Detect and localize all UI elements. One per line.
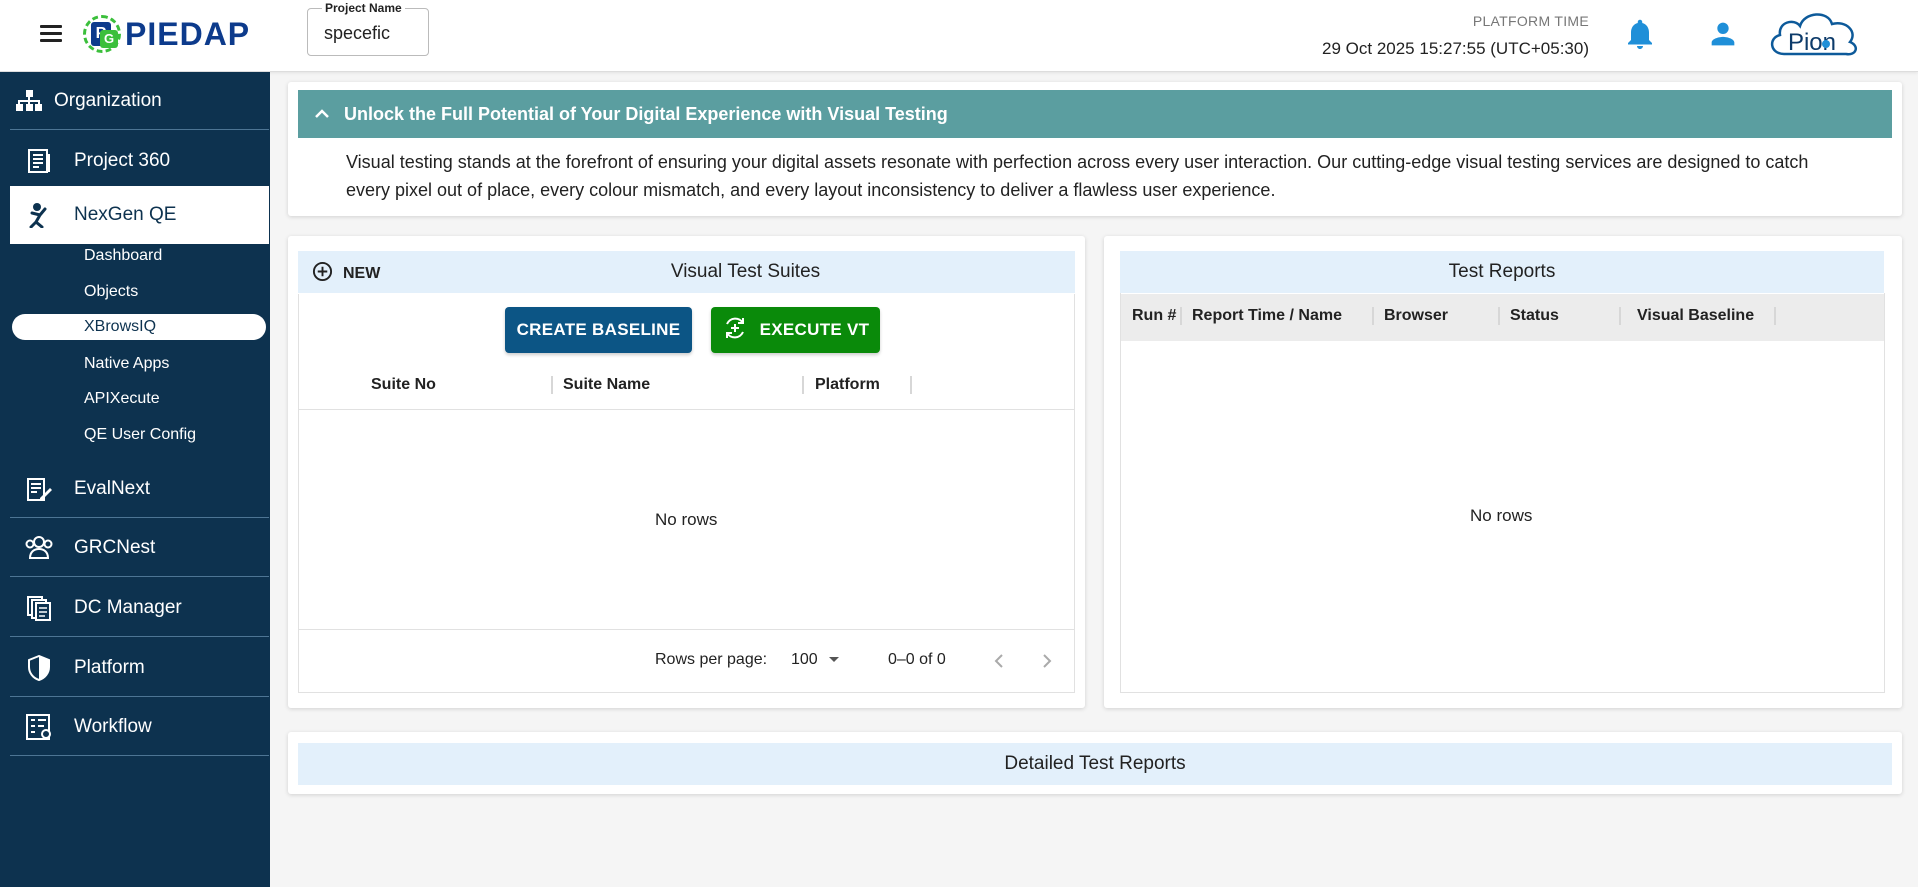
rows-per-page-label: Rows per page: bbox=[655, 651, 768, 668]
clipboard-edit-icon bbox=[24, 474, 54, 504]
logo-text: PIEDAP bbox=[125, 15, 251, 52]
document-icon bbox=[24, 146, 54, 176]
column-separator[interactable] bbox=[1498, 307, 1500, 325]
sidebar-item-project-360[interactable]: Project 360 bbox=[10, 130, 269, 192]
hierarchy-icon bbox=[14, 86, 44, 116]
grid-header-divider bbox=[298, 409, 1075, 410]
create-baseline-button[interactable]: CREATE BASELINE bbox=[505, 307, 692, 353]
banner-title: Unlock the Full Potential of Your Digita… bbox=[344, 103, 948, 124]
platform-time-label: PLATFORM TIME bbox=[1472, 13, 1589, 29]
execute-vt-button[interactable]: EXECUTE VT bbox=[711, 307, 880, 353]
column-header-platform[interactable]: Platform bbox=[815, 376, 880, 394]
sidebar-item-platform[interactable]: Platform bbox=[10, 639, 269, 697]
column-separator[interactable] bbox=[1180, 307, 1182, 325]
sub-item-apixecute[interactable]: APIXecute bbox=[84, 385, 160, 413]
suites-empty-state: No rows bbox=[655, 510, 718, 529]
user-icon[interactable] bbox=[1706, 16, 1740, 52]
suites-header: Visual Test Suites bbox=[298, 251, 1075, 293]
bell-icon[interactable] bbox=[1622, 16, 1658, 52]
sub-item-qe-user-config[interactable]: QE User Config bbox=[84, 421, 196, 449]
sidebar-item-workflow[interactable]: Workflow bbox=[10, 698, 269, 756]
chevron-up-icon[interactable] bbox=[312, 104, 332, 124]
column-header-run[interactable]: Run # bbox=[1132, 307, 1176, 325]
menu-icon[interactable] bbox=[40, 22, 64, 42]
sidebar-item-dc-manager[interactable]: DC Manager bbox=[10, 579, 269, 637]
detailed-reports-title: Detailed Test Reports bbox=[1004, 753, 1186, 774]
sidebar: Organization Project 360 NexGen QE Dashb… bbox=[0, 72, 270, 887]
column-separator[interactable] bbox=[910, 376, 912, 394]
sidebar-item-label: EvalNext bbox=[74, 477, 151, 499]
column-header-report-time[interactable]: Report Time / Name bbox=[1192, 307, 1342, 325]
refresh-add-icon bbox=[722, 315, 748, 346]
add-circle-icon bbox=[312, 261, 333, 287]
sidebar-item-label: Project 360 bbox=[74, 149, 171, 171]
sidebar-item-label: Platform bbox=[74, 656, 145, 678]
reports-grid bbox=[1120, 293, 1885, 693]
execute-vt-label: EXECUTE VT bbox=[759, 320, 870, 339]
sub-item-dashboard[interactable]: Dashboard bbox=[84, 242, 162, 270]
project-name-value: specefic bbox=[324, 23, 391, 43]
sidebar-item-grcnest[interactable]: GRCNest bbox=[10, 519, 269, 577]
column-header-suite-no[interactable]: Suite No bbox=[371, 376, 436, 394]
column-separator[interactable] bbox=[1372, 307, 1374, 325]
next-page-icon[interactable] bbox=[1037, 651, 1057, 671]
column-separator[interactable] bbox=[1619, 307, 1621, 325]
column-header-status[interactable]: Status bbox=[1510, 307, 1559, 325]
sub-item-objects[interactable]: Objects bbox=[84, 278, 138, 306]
project-name-label: Project Name bbox=[322, 1, 405, 15]
rows-per-page-select[interactable]: 100 bbox=[791, 651, 840, 669]
workflow-icon bbox=[24, 712, 54, 742]
banner-description: Visual testing stands at the forefront o… bbox=[346, 152, 1809, 200]
column-header-suite-name[interactable]: Suite Name bbox=[563, 376, 650, 394]
dropdown-arrow-icon bbox=[828, 651, 840, 669]
suites-title: Visual Test Suites bbox=[670, 261, 821, 282]
app-logo[interactable]: PG PIEDAP bbox=[83, 14, 250, 54]
group-icon bbox=[24, 533, 54, 563]
sidebar-item-label: NexGen QE bbox=[74, 204, 177, 225]
new-suite-label: NEW bbox=[343, 265, 381, 282]
column-separator[interactable] bbox=[551, 376, 553, 394]
column-separator[interactable] bbox=[802, 376, 804, 394]
grid-footer-divider bbox=[298, 629, 1075, 630]
sidebar-item-label: Organization bbox=[54, 89, 162, 111]
top-bar: PG PIEDAP Project Name specefic PLATFORM… bbox=[0, 0, 1918, 72]
sub-item-native-apps[interactable]: Native Apps bbox=[84, 350, 169, 378]
project-name-field[interactable]: Project Name specefic bbox=[307, 1, 429, 56]
column-separator[interactable] bbox=[1774, 307, 1776, 325]
rows-per-page-value: 100 bbox=[791, 651, 818, 668]
nexgen-icon bbox=[24, 200, 54, 230]
sidebar-item-evalnext[interactable]: EvalNext bbox=[10, 460, 269, 518]
column-header-visual-baseline[interactable]: Visual Baseline bbox=[1637, 307, 1754, 325]
detailed-reports-header[interactable]: Detailed Test Reports bbox=[298, 743, 1892, 785]
prev-page-icon[interactable] bbox=[989, 651, 1009, 671]
reports-header: Test Reports bbox=[1120, 251, 1884, 293]
banner-header[interactable]: Unlock the Full Potential of Your Digita… bbox=[298, 90, 1892, 138]
sidebar-item-label: Workflow bbox=[74, 715, 152, 737]
pion-logo: Pion bbox=[1766, 8, 1862, 60]
new-suite-button[interactable]: NEW bbox=[312, 261, 380, 287]
sub-item-xbrowsiq[interactable]: XBrowsIQ bbox=[12, 314, 266, 340]
platform-time-value: 29 Oct 2025 15:27:55 (UTC+05:30) bbox=[1322, 39, 1589, 58]
pagination-range: 0–0 of 0 bbox=[888, 651, 946, 668]
suites-grid bbox=[298, 294, 1075, 693]
logo-mark-icon: PG bbox=[83, 15, 121, 53]
reports-empty-state: No rows bbox=[1470, 506, 1533, 525]
reports-title: Test Reports bbox=[1448, 261, 1556, 282]
sidebar-item-nexgen-qe[interactable]: NexGen QE bbox=[10, 186, 269, 244]
column-header-browser[interactable]: Browser bbox=[1384, 307, 1448, 325]
sidebar-item-organization[interactable]: Organization bbox=[10, 72, 269, 130]
sidebar-item-label: DC Manager bbox=[74, 596, 182, 618]
sidebar-item-label: GRCNest bbox=[74, 536, 156, 558]
shield-icon bbox=[24, 653, 54, 683]
files-icon bbox=[24, 593, 54, 623]
